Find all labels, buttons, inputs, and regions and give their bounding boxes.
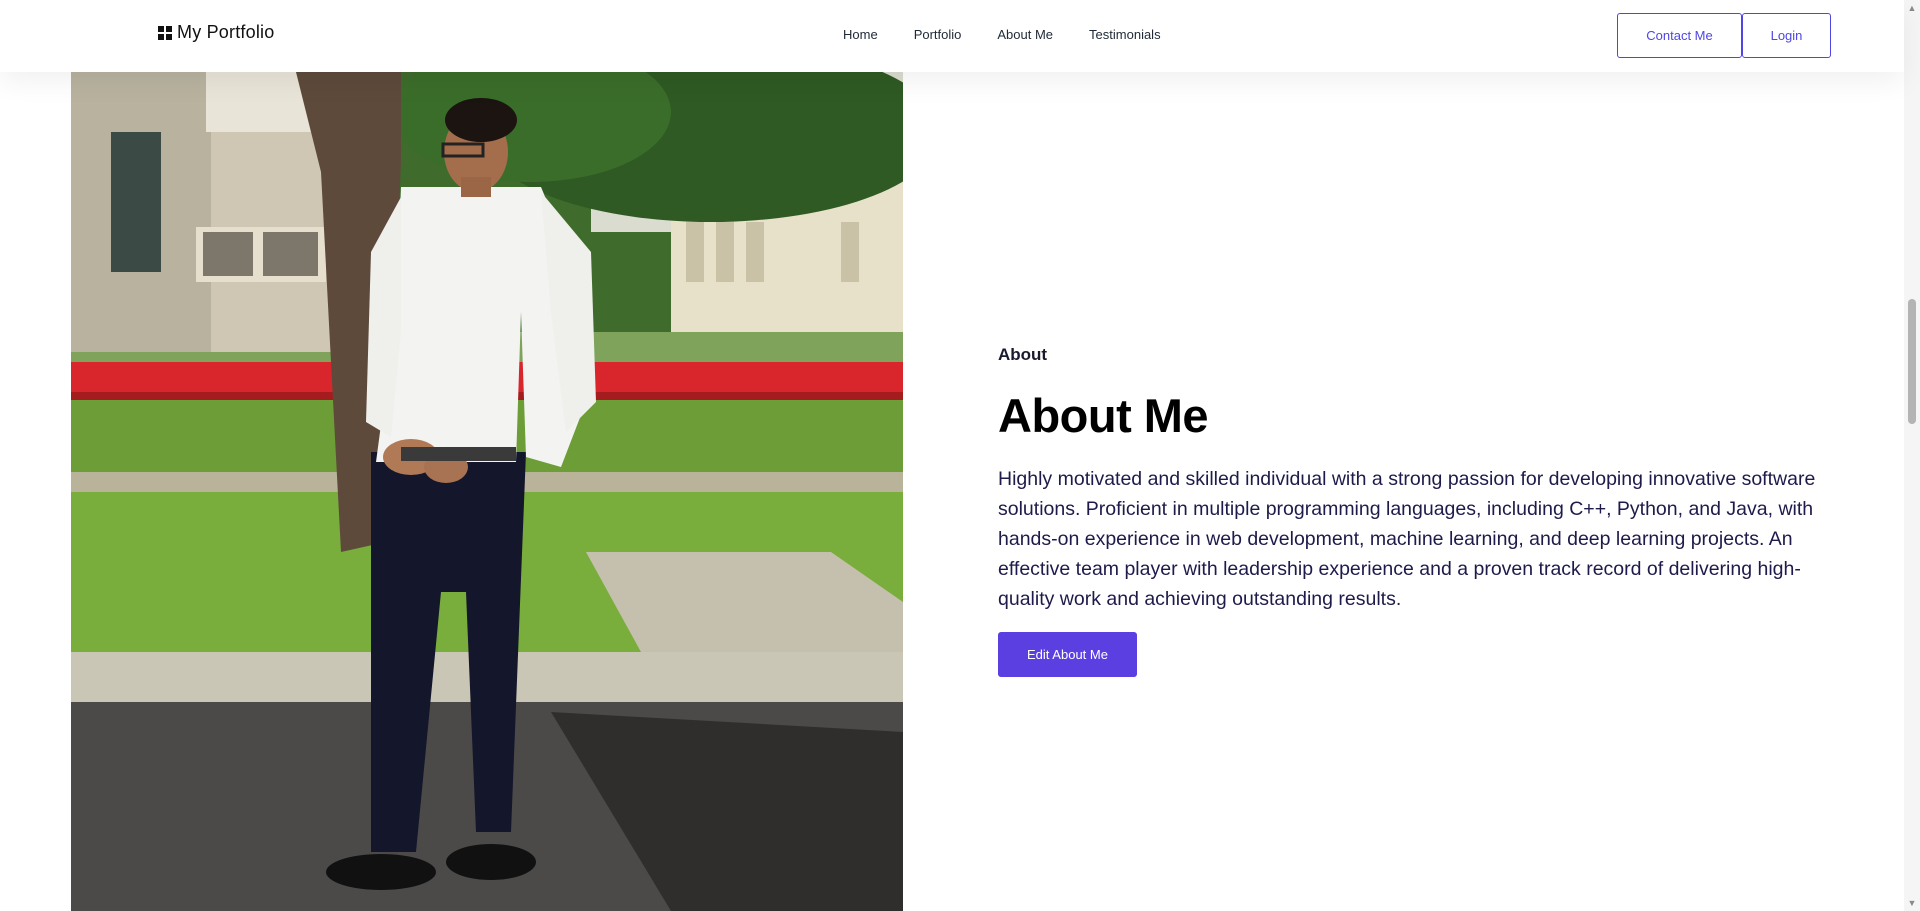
about-section: About About Me Highly motivated and skil…	[998, 345, 1828, 678]
page-scrollbar[interactable]: ▲ ▼	[1904, 0, 1920, 911]
contact-me-button[interactable]: Contact Me	[1617, 13, 1742, 58]
navbar: My Portfolio Home Portfolio About Me Tes…	[0, 0, 1904, 72]
nav-actions: Contact Me Login	[1617, 13, 1831, 58]
nav-about-me[interactable]: About Me	[997, 27, 1053, 42]
about-description: Highly motivated and skilled individual …	[998, 468, 1816, 611]
scroll-thumb[interactable]	[1908, 299, 1916, 424]
brand[interactable]: My Portfolio	[157, 22, 274, 43]
section-eyebrow: About	[998, 345, 1048, 364]
login-button[interactable]: Login	[1742, 13, 1831, 58]
main-nav: Home Portfolio About Me Testimonials	[843, 27, 1161, 42]
nav-home[interactable]: Home	[843, 27, 878, 42]
portfolio-logo-icon	[158, 25, 172, 40]
edit-about-button[interactable]: Edit About Me	[998, 632, 1137, 678]
nav-testimonials[interactable]: Testimonials	[1089, 27, 1161, 42]
nav-portfolio[interactable]: Portfolio	[914, 27, 962, 42]
chevron-up-icon[interactable]: ▲	[1907, 3, 1917, 13]
about-title: About Me	[998, 389, 1209, 442]
brand-name: My Portfolio	[177, 22, 275, 42]
chevron-down-icon[interactable]: ▼	[1907, 898, 1917, 908]
profile-photo	[71, 72, 903, 911]
